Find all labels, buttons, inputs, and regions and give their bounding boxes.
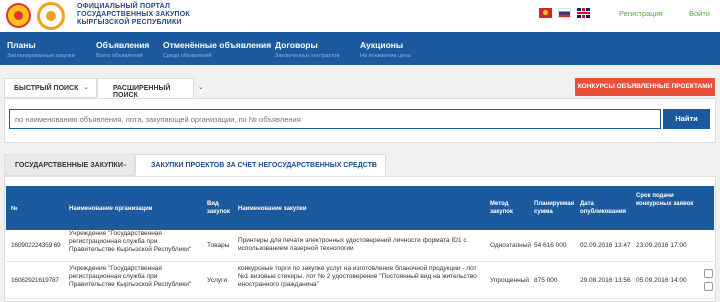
info-icon[interactable] — [704, 282, 713, 291]
row-published: 02.09.2016 13:47 — [580, 242, 631, 249]
row-type: Услуги — [207, 277, 227, 284]
tab-advanced-search[interactable]: РАСШИРЕННЫЙ ПОИСК — [97, 78, 194, 99]
nav-item-cancelled[interactable]: Отменённые объявления Среди объявлений — [163, 40, 271, 59]
row-name[interactable]: Принтеры для печати электронных удостове… — [238, 237, 478, 253]
row-type: Товары — [207, 242, 230, 249]
state-emblem-logo[interactable] — [6, 3, 31, 28]
row-sum: 875 000 — [534, 277, 558, 284]
tab-state-procurement[interactable]: ГОСУДАРСТВЕННЫЕ ЗАКУПКИ — [4, 154, 135, 176]
column-header-number: № — [11, 206, 18, 212]
row-method: Упрощенный — [490, 277, 529, 284]
site-header: ОФИЦИАЛЬНЫЙ ПОРТАЛ ГОСУДАРСТВЕННЫХ ЗАКУП… — [0, 0, 720, 32]
main-nav: Планы Запланированные закупки Объявления… — [0, 32, 720, 65]
table-row[interactable]: 160902224359 69 Учреждение "Государствен… — [6, 230, 714, 262]
nav-item-subtitle: На понижение цены — [360, 53, 412, 59]
row-method: Одноэтапный — [490, 242, 532, 249]
table-row[interactable]: 16082921619787 Учреждение "Государственн… — [6, 263, 714, 299]
kyrgyz-flag-icon[interactable] — [539, 8, 552, 18]
chevron-down-icon[interactable]: ⌄ — [83, 83, 89, 91]
title-line-1: ОФИЦИАЛЬНЫЙ ПОРТАЛ — [77, 3, 171, 10]
column-header-type: Вид закупок — [207, 201, 230, 215]
row-organization: Учреждение "Государственная регистрацион… — [69, 265, 192, 288]
project-contests-button[interactable]: КОНКУРСЫ ОБЪЯВЛЕННЫЕ ПРОЕКТАМИ — [575, 78, 715, 96]
nav-item-announcements[interactable]: Объявления Всего объявлений — [96, 40, 149, 59]
portal-logo[interactable] — [37, 2, 65, 30]
tab-label: ГОСУДАРСТВЕННЫЕ ЗАКУПКИ — [15, 162, 123, 169]
portal-title[interactable]: ОФИЦИАЛЬНЫЙ ПОРТАЛ ГОСУДАРСТВЕННЫХ ЗАКУП… — [77, 3, 190, 27]
nav-item-contracts[interactable]: Договоры Заключенных контрактов — [275, 40, 339, 59]
column-header-method: Метод закупок — [490, 201, 513, 215]
bookmark-icon[interactable] — [704, 269, 713, 278]
nav-item-subtitle: Заключенных контрактов — [275, 53, 340, 59]
chevron-down-icon[interactable]: ⌄ — [198, 83, 204, 91]
nav-item-title: Планы — [7, 40, 36, 50]
english-flag-icon[interactable] — [577, 8, 590, 18]
login-link[interactable]: Войти — [689, 9, 710, 18]
row-number[interactable]: 16082921619787 — [11, 277, 69, 285]
table-header: № Наименование организации Вид закупок Н… — [6, 186, 714, 230]
title-line-2: ГОСУДАРСТВЕННЫХ ЗАКУПОК — [77, 11, 190, 18]
tab-label: БЫСТРЫЙ ПОИСК — [14, 85, 79, 92]
column-header-published: Дата опубликования — [580, 201, 627, 215]
row-number[interactable]: 160902224359 69 — [11, 242, 69, 250]
tab-label: РАСШИРЕННЫЙ ПОИСК — [113, 85, 171, 99]
chevron-down-icon[interactable]: ⌄ — [122, 160, 128, 168]
nav-item-subtitle: Запланированные закупки — [7, 53, 75, 59]
title-line-3: КЫРГЫЗСКОЙ РЕСПУБЛИКИ — [77, 19, 182, 26]
row-organization: Учреждение "Государственная регистрацион… — [69, 230, 192, 253]
nav-item-title: Объявления — [96, 40, 150, 50]
search-input[interactable] — [9, 109, 661, 129]
russian-flag-icon[interactable] — [558, 8, 571, 18]
row-published: 29.08.2016 13:56 — [580, 277, 631, 284]
column-header-name: Наименование закупки — [238, 206, 307, 212]
row-deadline: 23.09.2016 17:00 — [636, 242, 687, 249]
row-name[interactable]: конкурсные торги по закупке услуг на изг… — [238, 265, 483, 289]
nav-item-title: Отменённые объявления — [163, 40, 272, 50]
row-deadline: 05.09.2016 14:00 — [636, 277, 687, 284]
column-header-organization: Наименование организации — [69, 206, 153, 212]
nav-item-title: Договоры — [275, 40, 318, 50]
register-link[interactable]: Регистрация — [619, 9, 663, 18]
tab-label: ЗАКУПКИ ПРОЕКТОВ ЗА СЧЕТ НЕГОСУДАРСТВЕНН… — [151, 162, 377, 169]
column-header-sum: Планируемая сумма — [534, 201, 575, 215]
nav-item-title: Аукционы — [360, 40, 404, 50]
nav-item-subtitle: Всего объявлений — [96, 53, 143, 59]
chevron-down-icon[interactable]: ⌄ — [370, 160, 376, 168]
nav-item-subtitle: Среди объявлений — [163, 53, 212, 59]
nav-item-plans[interactable]: Планы Запланированные закупки — [7, 40, 75, 59]
column-header-deadline: Срок подачи конкурсных заявок — [636, 193, 694, 207]
find-button[interactable]: Найти — [663, 109, 710, 129]
nav-item-auctions[interactable]: Аукционы На понижение цены — [360, 40, 411, 59]
row-sum: 54 616 000 — [534, 242, 567, 249]
tab-nonstate-procurement[interactable]: ЗАКУПКИ ПРОЕКТОВ ЗА СЧЕТ НЕГОСУДАРСТВЕНН… — [135, 154, 386, 176]
language-switcher — [539, 8, 590, 18]
